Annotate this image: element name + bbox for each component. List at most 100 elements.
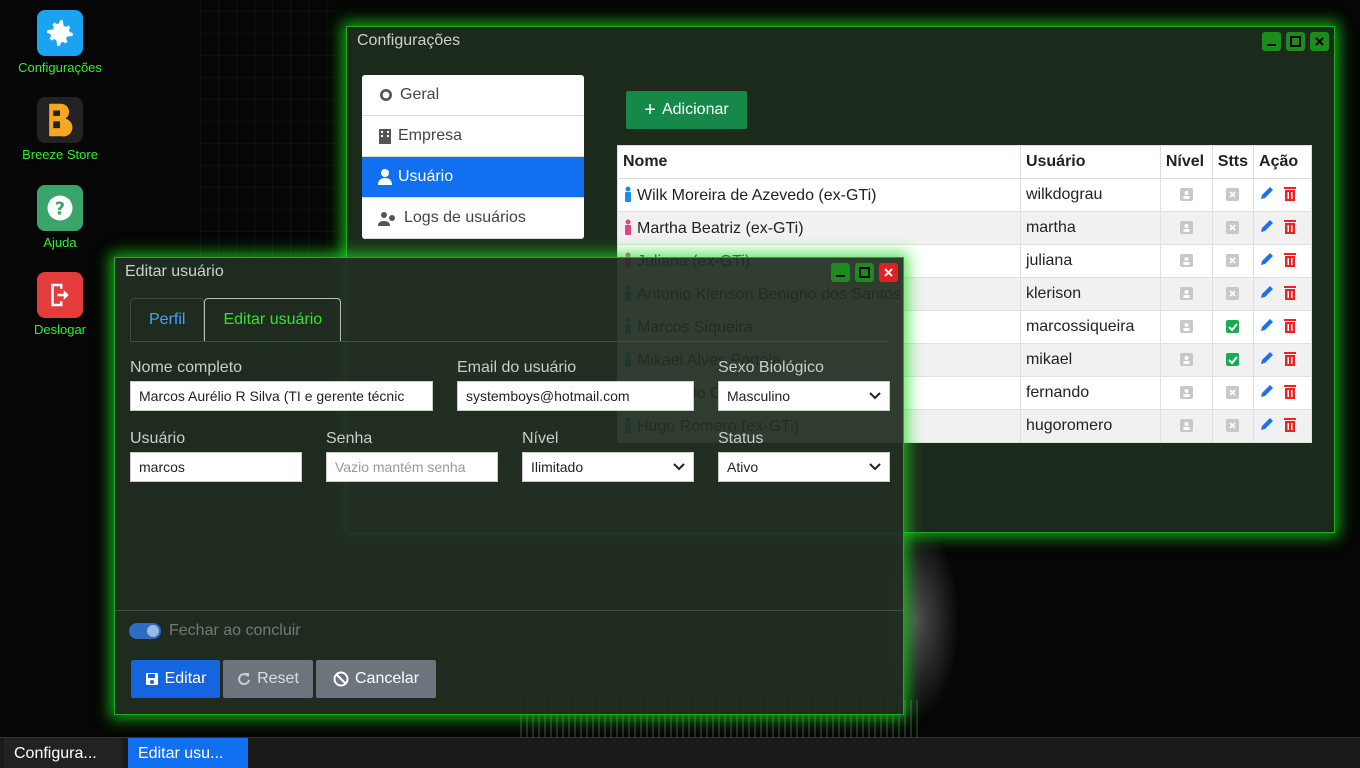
status-cell xyxy=(1211,277,1255,311)
breeze-store-icon xyxy=(37,97,83,143)
desktop-icon-ajuda[interactable]: ? Ajuda xyxy=(8,185,112,250)
table-row[interactable]: Martha Beatriz (ex-GTi) martha xyxy=(617,211,1312,245)
status-active-icon[interactable] xyxy=(1226,320,1240,334)
plus-icon: + xyxy=(644,99,656,121)
trash-icon[interactable] xyxy=(1283,218,1297,234)
trash-icon[interactable] xyxy=(1283,317,1297,333)
desktop-icon-breeze-store[interactable]: Breeze Store xyxy=(8,97,112,162)
edit-user-window: Editar usuário Perfil Editar usuário Nom… xyxy=(114,257,904,715)
status-label: Status xyxy=(718,430,764,447)
maximize-button[interactable] xyxy=(1286,32,1305,51)
status-inactive-icon[interactable] xyxy=(1226,188,1240,202)
users-log-icon xyxy=(378,212,395,226)
tab-perfil[interactable]: Perfil xyxy=(130,298,205,341)
chevron-down-icon xyxy=(869,463,881,471)
desktop-icon-label: Configurações xyxy=(18,60,102,75)
trash-icon[interactable] xyxy=(1283,251,1297,267)
edit-pencil-icon[interactable] xyxy=(1259,350,1275,366)
menu-item-label: Geral xyxy=(400,86,440,103)
menu-item-logs[interactable]: Logs de usuários xyxy=(362,198,584,239)
maximize-button[interactable] xyxy=(855,263,874,282)
status-cell xyxy=(1211,178,1255,212)
id-card-icon[interactable] xyxy=(1179,320,1193,334)
config-window-titlebar[interactable]: Configurações xyxy=(347,27,1334,55)
svg-text:?: ? xyxy=(55,199,65,219)
tab-editar-usuario[interactable]: Editar usuário xyxy=(204,298,342,341)
senha-label: Senha xyxy=(326,430,373,447)
id-card-icon[interactable] xyxy=(1179,188,1193,202)
desktop-icon-deslogar[interactable]: Deslogar xyxy=(8,272,112,337)
trash-icon[interactable] xyxy=(1283,284,1297,300)
status-inactive-icon[interactable] xyxy=(1226,221,1240,235)
help-icon: ? xyxy=(37,185,83,231)
level-cell xyxy=(1159,310,1213,344)
edit-pencil-icon[interactable] xyxy=(1259,416,1275,432)
close-on-finish-toggle[interactable] xyxy=(129,623,161,639)
nivel-select[interactable]: Ilimitado xyxy=(522,452,694,482)
status-active-icon[interactable] xyxy=(1226,353,1240,367)
id-card-icon[interactable] xyxy=(1179,386,1193,400)
status-inactive-icon[interactable] xyxy=(1226,254,1240,268)
sexo-select[interactable]: Masculino xyxy=(718,381,890,411)
status-inactive-icon[interactable] xyxy=(1226,386,1240,400)
username-cell: fernando xyxy=(1019,376,1161,410)
menu-item-usuario[interactable]: Usuário xyxy=(362,157,584,198)
username-cell: wilkdograu xyxy=(1019,178,1161,212)
config-side-menu: Geral Empresa Usuário Logs de usuários xyxy=(362,75,584,239)
sexo-label: Sexo Biológico xyxy=(718,359,824,376)
trash-icon[interactable] xyxy=(1283,185,1297,201)
action-cell xyxy=(1253,409,1312,443)
level-cell xyxy=(1159,178,1213,212)
menu-item-geral[interactable]: Geral xyxy=(362,75,584,116)
menu-item-empresa[interactable]: Empresa xyxy=(362,116,584,157)
nome-field[interactable]: Marcos Aurélio R Silva (TI e gerente téc… xyxy=(130,381,433,411)
logout-icon xyxy=(37,272,83,318)
table-row[interactable]: Wilk Moreira de Azevedo (ex-GTi) wilkdogr… xyxy=(617,178,1312,212)
menu-item-label: Empresa xyxy=(398,127,463,144)
edit-button[interactable]: Editar xyxy=(131,660,220,698)
edit-pencil-icon[interactable] xyxy=(1259,185,1275,201)
email-field[interactable]: systemboys@hotmail.com xyxy=(457,381,694,411)
taskbar-item-editar-usuario[interactable]: Editar usu... xyxy=(128,738,248,768)
close-button[interactable] xyxy=(1310,32,1329,51)
close-on-finish-label: Fechar ao concluir xyxy=(169,622,301,639)
nome-label: Nome completo xyxy=(130,359,243,376)
edit-pencil-icon[interactable] xyxy=(1259,284,1275,300)
level-cell xyxy=(1159,409,1213,443)
senha-field[interactable]: Vazio mantém senha xyxy=(326,452,498,482)
edit-pencil-icon[interactable] xyxy=(1259,383,1275,399)
column-header-nivel: Nível xyxy=(1159,145,1213,179)
id-card-icon[interactable] xyxy=(1179,287,1193,301)
status-value: Ativo xyxy=(727,459,759,475)
id-card-icon[interactable] xyxy=(1179,419,1193,433)
minimize-button[interactable] xyxy=(831,263,850,282)
user-icon xyxy=(378,169,392,185)
window-title: Editar usuário xyxy=(125,263,224,280)
status-cell xyxy=(1211,310,1255,344)
gear-icon xyxy=(380,89,392,101)
close-button[interactable] xyxy=(879,263,898,282)
trash-icon[interactable] xyxy=(1283,383,1297,399)
edit-pencil-icon[interactable] xyxy=(1259,317,1275,333)
id-card-icon[interactable] xyxy=(1179,221,1193,235)
add-user-button[interactable]: + Adicionar xyxy=(626,91,747,129)
edit-pencil-icon[interactable] xyxy=(1259,218,1275,234)
status-inactive-icon[interactable] xyxy=(1226,287,1240,301)
desktop-icon-configuracoes[interactable]: Configurações xyxy=(8,10,112,75)
cancel-button[interactable]: Cancelar xyxy=(316,660,436,698)
status-inactive-icon[interactable] xyxy=(1226,419,1240,433)
edit-window-titlebar[interactable]: Editar usuário xyxy=(115,258,903,286)
edit-pencil-icon[interactable] xyxy=(1259,251,1275,267)
id-card-icon[interactable] xyxy=(1179,254,1193,268)
status-select[interactable]: Ativo xyxy=(718,452,890,482)
trash-icon[interactable] xyxy=(1283,416,1297,432)
user-name: Martha Beatriz (ex-GTi) xyxy=(637,219,804,237)
trash-icon[interactable] xyxy=(1283,350,1297,366)
minimize-button[interactable] xyxy=(1262,32,1281,51)
taskbar-item-configuracoes[interactable]: Configura... xyxy=(4,738,122,768)
usuario-field[interactable]: marcos xyxy=(130,452,302,482)
id-card-icon[interactable] xyxy=(1179,353,1193,367)
nivel-value: Ilimitado xyxy=(531,459,584,475)
username-cell: klerison xyxy=(1019,277,1161,311)
reset-button[interactable]: Reset xyxy=(223,660,313,698)
